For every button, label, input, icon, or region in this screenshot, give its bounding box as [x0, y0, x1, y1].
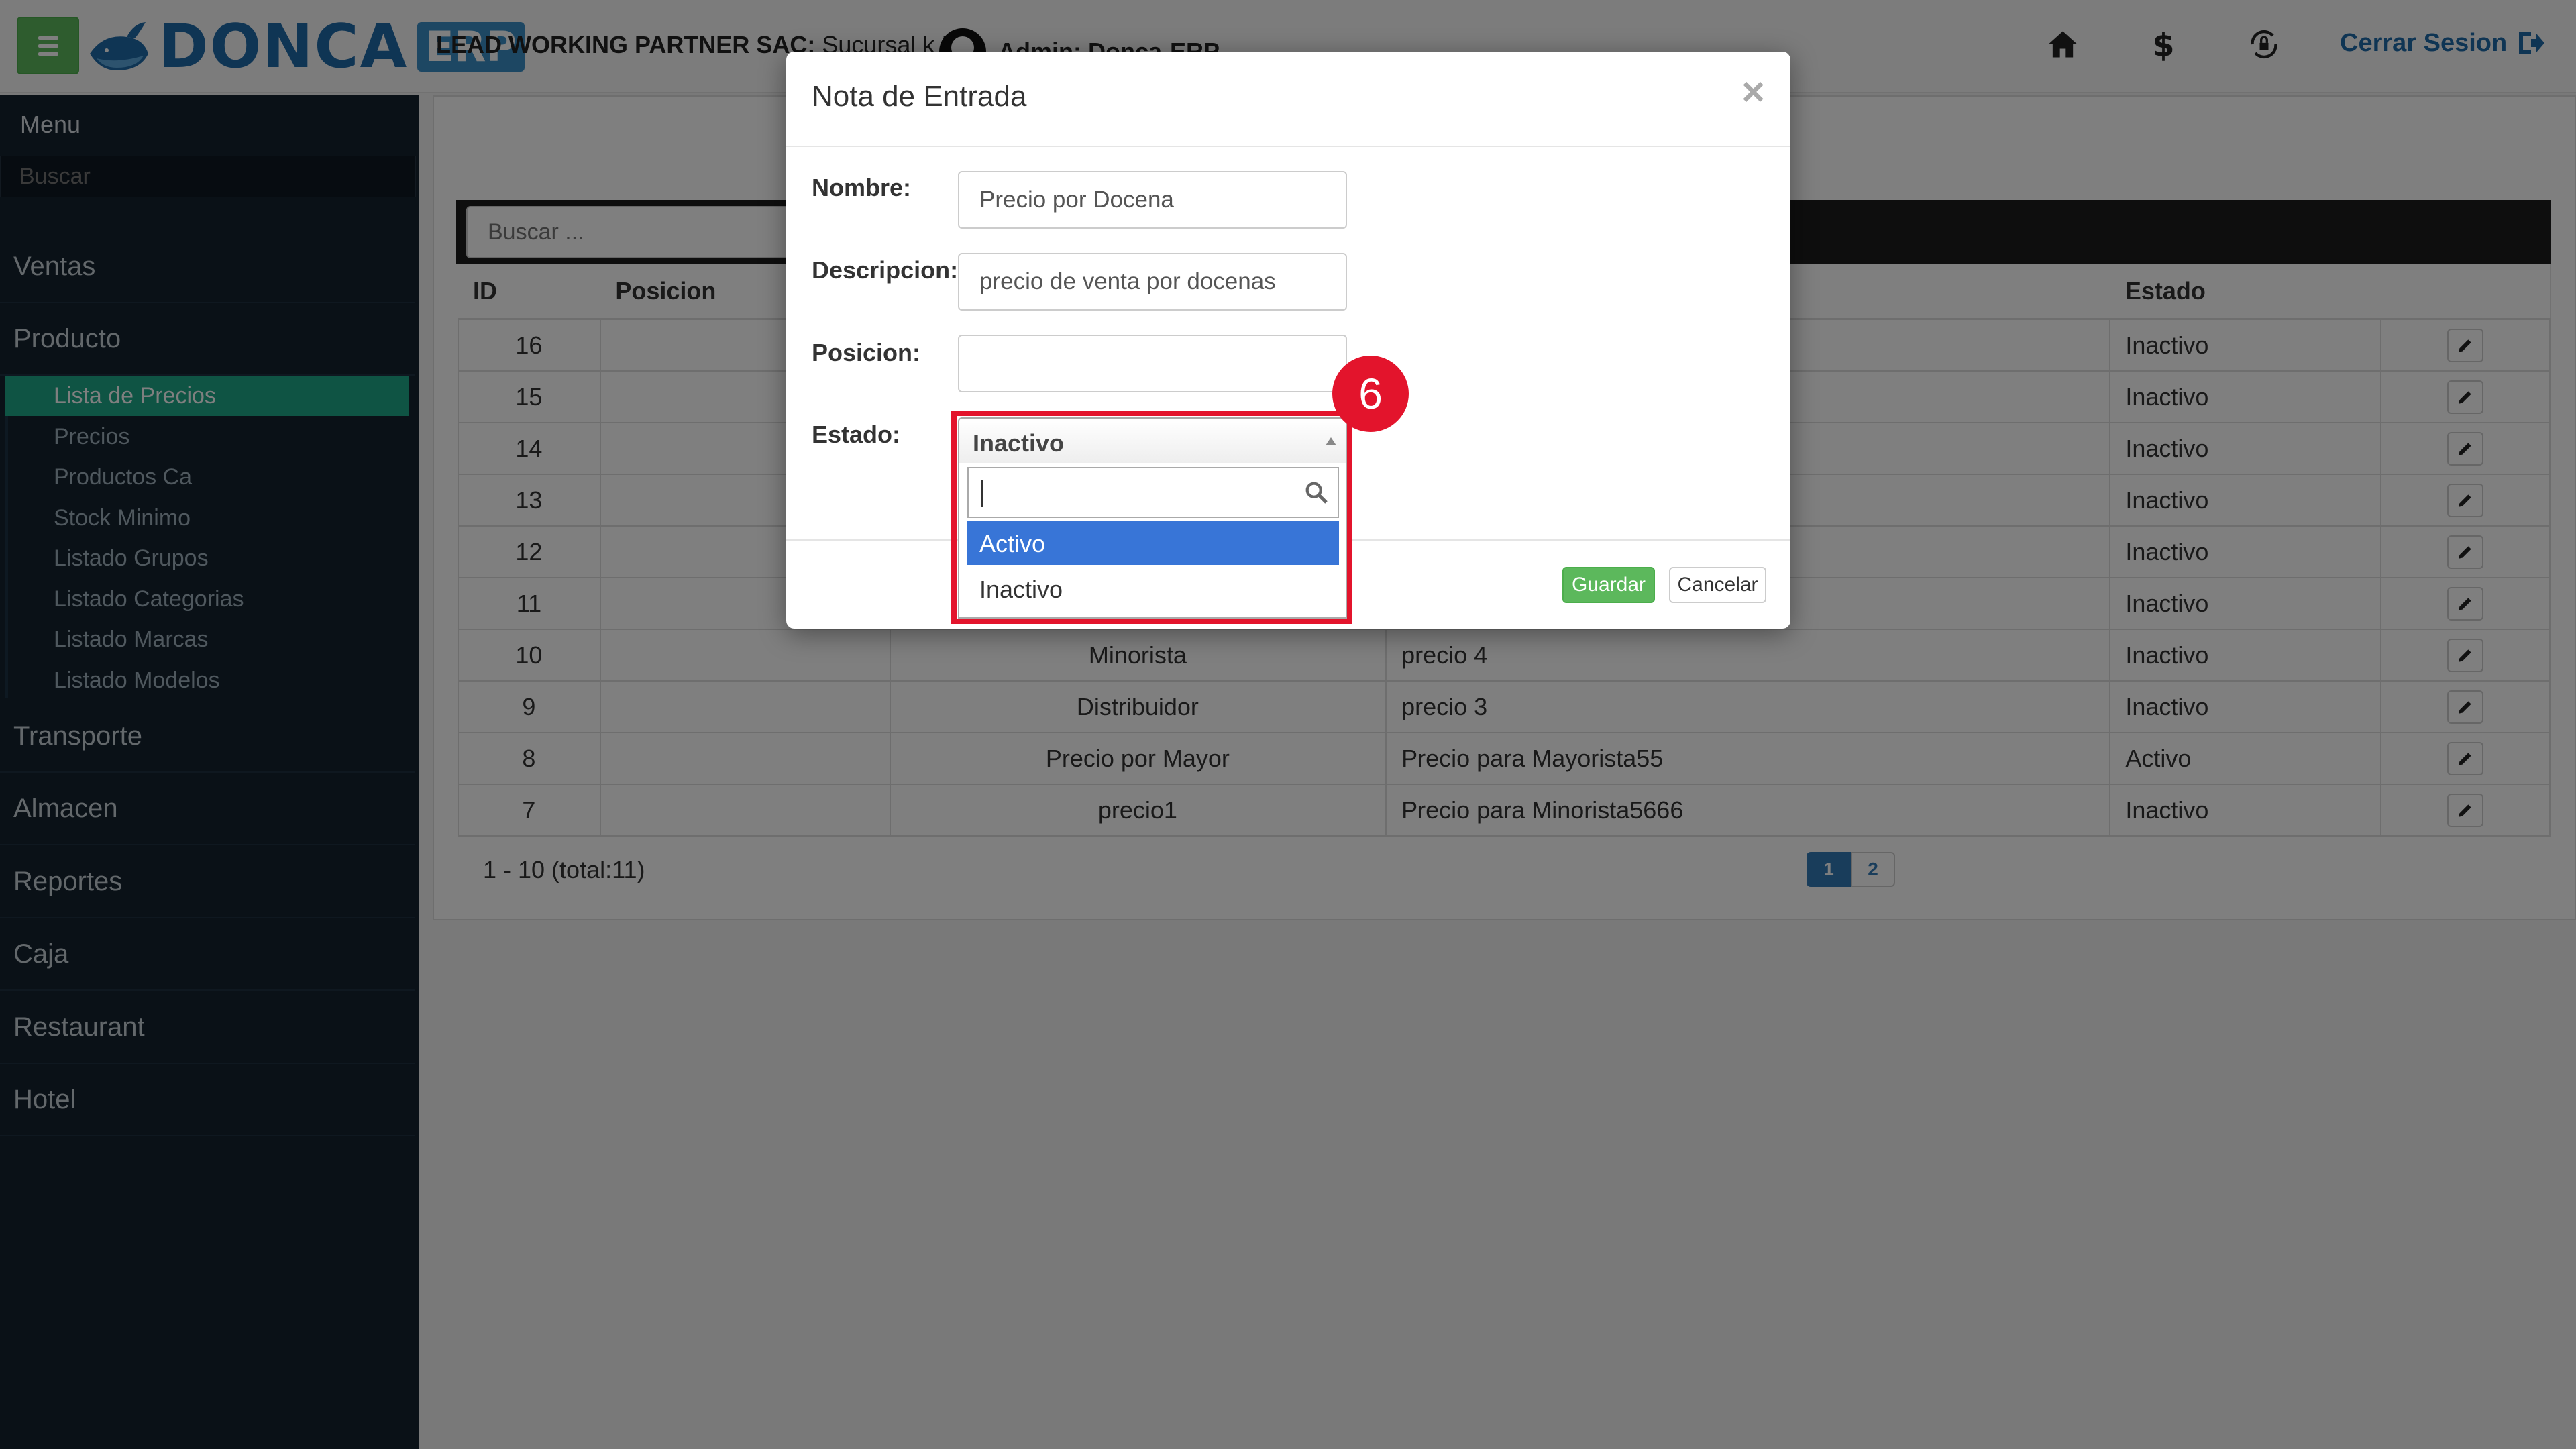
step-badge: 6 — [1332, 356, 1409, 432]
posicion-field[interactable] — [958, 335, 1347, 392]
close-icon[interactable]: × — [1741, 72, 1765, 112]
cancelar-button[interactable]: Cancelar — [1669, 567, 1766, 603]
nombre-label: Nombre: — [812, 174, 912, 201]
nombre-field[interactable] — [958, 171, 1347, 229]
modal-title: Nota de Entrada — [812, 80, 1027, 113]
descripcion-field[interactable] — [958, 253, 1347, 311]
modal-header: Nota de Entrada × — [786, 52, 1790, 147]
guardar-button[interactable]: Guardar — [1562, 567, 1655, 603]
posicion-label: Posicion: — [812, 339, 921, 366]
highlight-frame — [951, 411, 1352, 624]
descripcion-label: Descripcion: — [812, 256, 959, 284]
estado-label: Estado: — [812, 421, 901, 448]
